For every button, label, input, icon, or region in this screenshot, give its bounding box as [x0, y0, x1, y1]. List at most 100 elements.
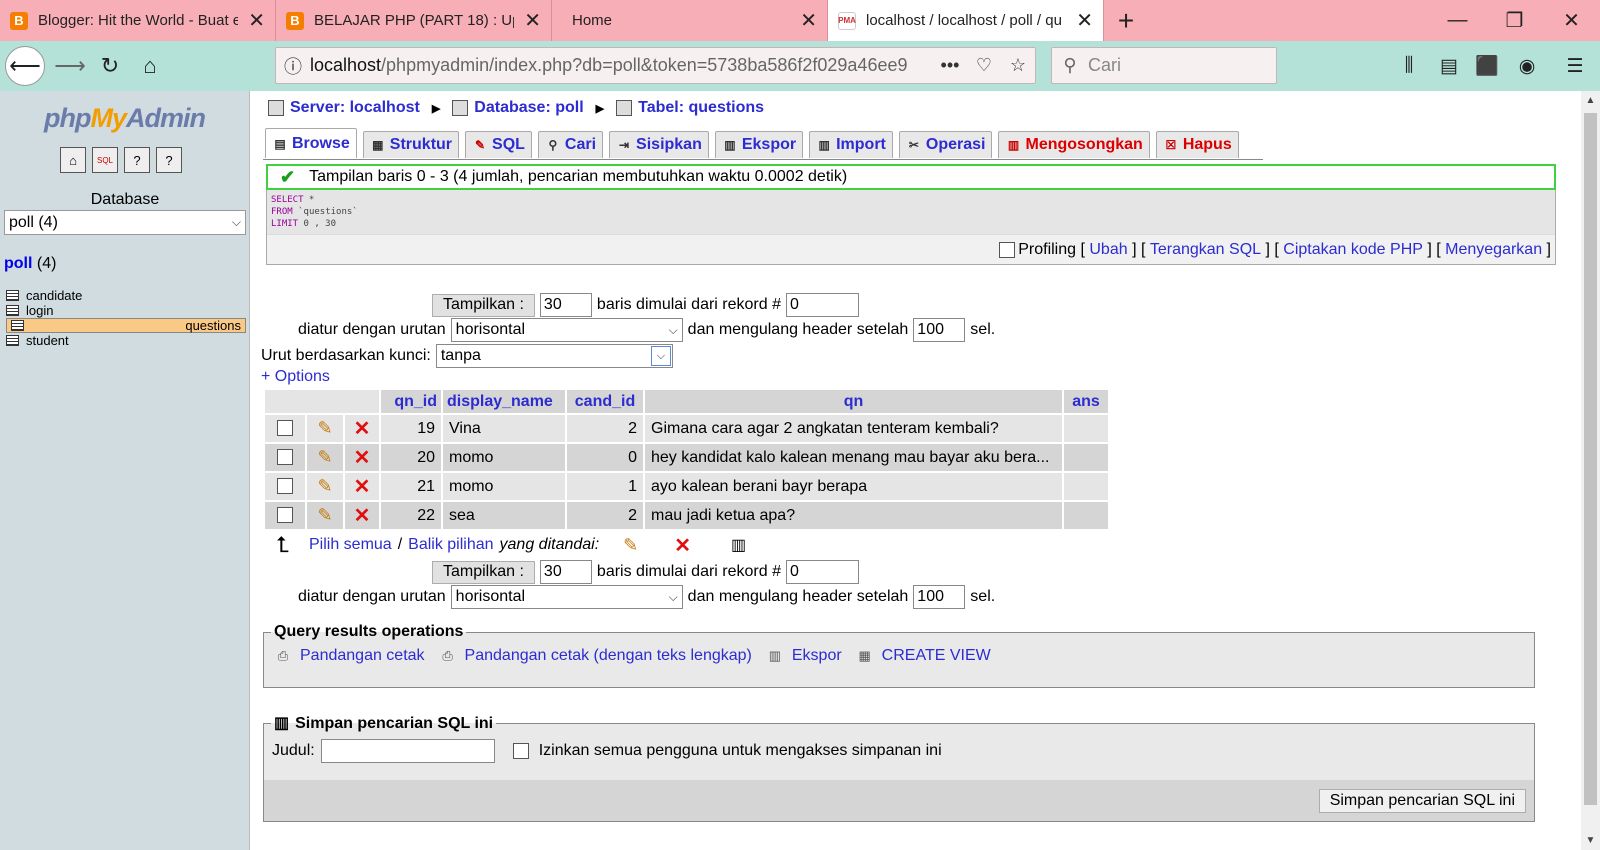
tab-browse[interactable]: ▤ Browse [265, 128, 357, 158]
pdf-icon[interactable]: ⬛ [1468, 47, 1506, 85]
export-icon[interactable]: ▥ [731, 535, 746, 555]
address-bar[interactable]: ⓘ localhost/phpmyadmin/index.php?db=poll… [275, 47, 1036, 84]
home-icon[interactable]: ⌂ [60, 147, 86, 173]
row-checkbox[interactable] [277, 478, 293, 495]
delete-icon[interactable]: ✕ [354, 476, 371, 498]
pencil-icon[interactable]: ✎ [317, 447, 332, 467]
create-php-code-link[interactable]: Ciptakan kode PHP [1283, 241, 1423, 259]
query-window-icon[interactable]: ? [124, 147, 150, 173]
options-link[interactable]: + Options [261, 368, 330, 385]
delete-icon[interactable]: ✕ [354, 418, 371, 440]
database-select[interactable]: poll (4) ⌵ [4, 210, 246, 235]
database-link[interactable]: poll [4, 255, 32, 272]
browser-tab-active[interactable]: PMA localhost / localhost / poll / qu ✕ [828, 0, 1104, 41]
tab-import[interactable]: ▥ Import [809, 131, 893, 158]
shared-bookmark-checkbox[interactable] [512, 743, 529, 759]
close-icon[interactable]: ✕ [524, 8, 541, 33]
info-icon[interactable]: ⓘ [276, 53, 310, 79]
vertical-scrollbar[interactable]: ▲ ▼ [1581, 91, 1600, 850]
page-actions-icon[interactable]: ••• [933, 55, 967, 76]
rows-input[interactable]: 30 [539, 560, 592, 584]
close-icon[interactable]: ✕ [1076, 8, 1093, 33]
delete-icon[interactable]: ✕ [674, 533, 691, 558]
scrollbar-thumb[interactable] [1584, 113, 1597, 805]
phpmyadmin-logo[interactable]: phpMyAdmin [44, 103, 206, 134]
pencil-icon[interactable]: ✎ [623, 535, 638, 556]
create-view-link[interactable]: CREATE VIEW [882, 647, 991, 665]
pencil-icon[interactable]: ✎ [317, 476, 332, 496]
row-checkbox[interactable] [277, 449, 293, 466]
browser-tab[interactable]: B Blogger: Hit the World - Buat e ✕ [0, 0, 276, 41]
sidebar-item-login[interactable]: login [6, 303, 246, 318]
library-icon[interactable]: ⫼ [1390, 47, 1428, 85]
restore-icon[interactable]: ❐ [1486, 0, 1543, 41]
start-record-input[interactable]: 0 [786, 560, 859, 584]
sidebar-item-student[interactable]: student [6, 333, 246, 348]
browser-tab[interactable]: Home ✕ [552, 0, 828, 41]
print-view-link[interactable]: Pandangan cetak [300, 647, 425, 665]
profiling-checkbox[interactable] [999, 241, 1016, 258]
close-icon[interactable]: ✕ [248, 8, 265, 33]
search-input[interactable]: ⚲ Cari [1051, 47, 1277, 84]
home-button[interactable]: ⌂ [130, 46, 170, 86]
show-button[interactable]: Tampilkan : [432, 560, 535, 584]
column-header-ans[interactable]: ans [1064, 390, 1108, 413]
check-all-link[interactable]: Pilih semua [309, 536, 392, 554]
show-button[interactable]: Tampilkan : [432, 293, 535, 317]
tab-sisipkan[interactable]: ⇥ Sisipkan [609, 131, 709, 158]
window-close-icon[interactable]: ✕ [1543, 0, 1600, 41]
pencil-icon[interactable]: ✎ [317, 418, 332, 438]
column-header-qn_id[interactable]: qn_id [381, 390, 441, 413]
tab-struktur[interactable]: ▦ Struktur [362, 131, 460, 158]
scroll-down-icon[interactable]: ▼ [1581, 835, 1600, 846]
back-button[interactable]: ⟵ [5, 46, 45, 86]
sidebar-item-candidate[interactable]: candidate [6, 288, 246, 303]
sidebar-icon[interactable]: ▤ [1430, 47, 1468, 85]
column-header-qn[interactable]: qn [645, 390, 1062, 413]
scroll-up-icon[interactable]: ▲ [1581, 95, 1600, 106]
tab-hapus[interactable]: ☒ Hapus [1155, 131, 1239, 158]
sidebar-item-questions[interactable]: questions [6, 318, 246, 333]
header-repeat-input[interactable]: 100 [913, 318, 966, 342]
row-checkbox[interactable] [277, 507, 293, 524]
print-view-full-link[interactable]: Pandangan cetak (dengan teks lengkap) [465, 647, 752, 665]
sql-query-icon[interactable]: SQL [92, 147, 118, 173]
browser-tab[interactable]: B BELAJAR PHP (PART 18) : Uploa ✕ [276, 0, 552, 41]
delete-icon[interactable]: ✕ [354, 505, 371, 527]
explain-sql-link[interactable]: Terangkan SQL [1150, 241, 1261, 259]
bookmark-title-input[interactable] [320, 739, 495, 763]
bookmark-star-icon[interactable]: ☆ [1001, 55, 1035, 76]
options-toggle[interactable]: + Options [261, 368, 330, 386]
new-tab-button[interactable]: + [1104, 0, 1148, 41]
minimize-icon[interactable]: — [1429, 0, 1486, 41]
breadcrumb-database[interactable]: Database: poll [474, 99, 583, 117]
tab-mengosongkan[interactable]: ▥ Mengosongkan [998, 131, 1150, 158]
close-icon[interactable]: ✕ [800, 8, 817, 33]
row-checkbox[interactable] [277, 420, 293, 437]
delete-icon[interactable]: ✕ [354, 447, 371, 469]
export-link[interactable]: Ekspor [792, 647, 842, 665]
account-icon[interactable]: ◉ [1508, 47, 1546, 85]
column-header-cand_id[interactable]: cand_id [567, 390, 643, 413]
documentation-icon[interactable]: ? [156, 147, 182, 173]
display-mode-select[interactable]: horisontal ⌵ [450, 585, 683, 609]
breadcrumb-server[interactable]: Server: localhost [290, 99, 420, 117]
tab-ekspor[interactable]: ▥ Ekspor [714, 131, 804, 158]
rows-input[interactable]: 30 [539, 293, 592, 317]
menu-icon[interactable]: ☰ [1556, 47, 1594, 85]
refresh-link[interactable]: Menyegarkan [1445, 241, 1542, 259]
forward-button[interactable]: ⟶ [50, 46, 90, 86]
column-header-display_name[interactable]: display_name [443, 390, 565, 413]
sort-key-select[interactable]: tanpa ⌵ [435, 344, 673, 368]
tab-sql[interactable]: ✎ SQL [465, 131, 532, 158]
breadcrumb-table[interactable]: Tabel: questions [638, 99, 764, 117]
save-bookmark-button[interactable]: Simpan pencarian SQL ini [1318, 789, 1526, 813]
pocket-icon[interactable]: ♡ [967, 55, 1001, 76]
pencil-icon[interactable]: ✎ [317, 505, 332, 525]
start-record-input[interactable]: 0 [786, 293, 859, 317]
tab-cari[interactable]: ⚲ Cari [537, 131, 604, 158]
header-repeat-input[interactable]: 100 [913, 585, 966, 609]
reload-button[interactable]: ↻ [90, 46, 130, 86]
display-mode-select[interactable]: horisontal ⌵ [450, 318, 683, 342]
tab-operasi[interactable]: ✂ Operasi [898, 131, 993, 158]
